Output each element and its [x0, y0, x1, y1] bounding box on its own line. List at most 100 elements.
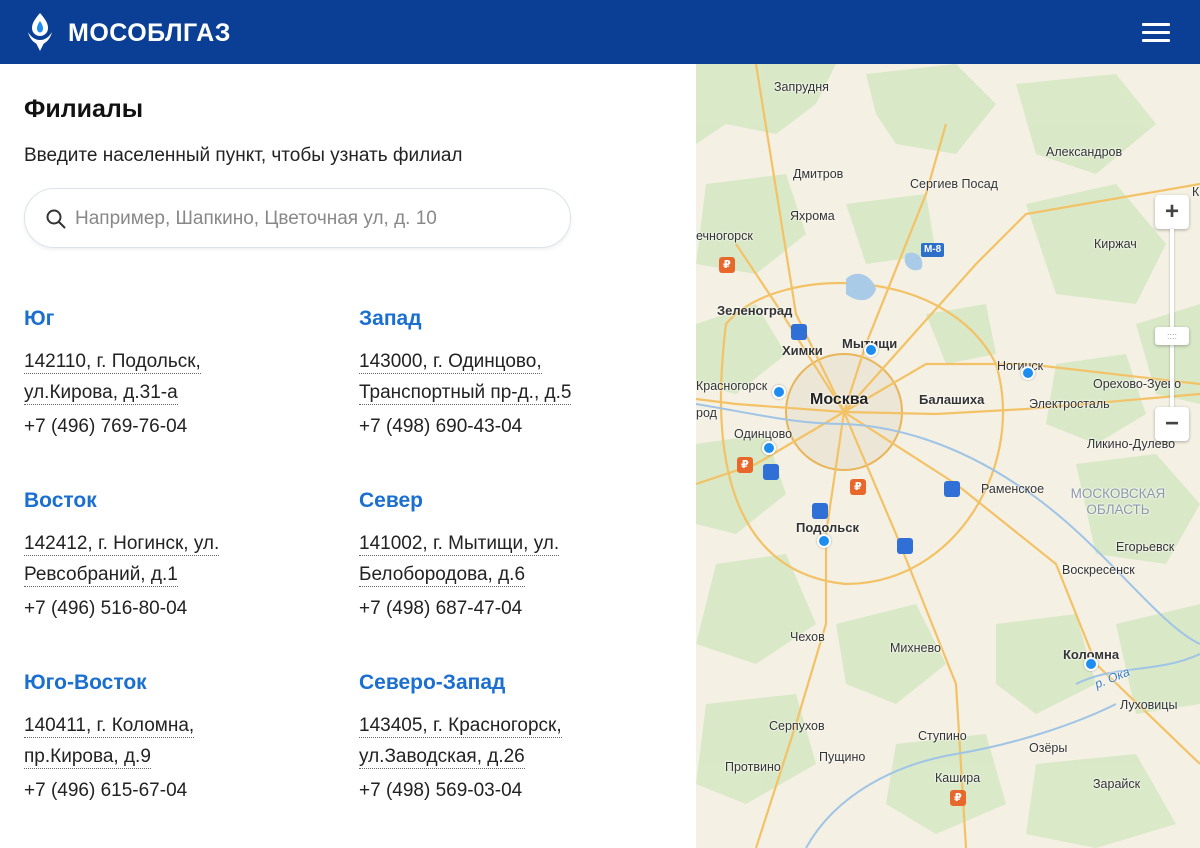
zoom-out-button[interactable]: − [1155, 407, 1189, 441]
branch-phone[interactable]: +7 (496) 615-67-04 [24, 779, 344, 803]
branches-panel: Филиалы Введите населенный пункт, чтобы … [0, 64, 696, 848]
branch-name[interactable]: Юг [24, 306, 344, 332]
map-label: Яхрома [790, 209, 835, 223]
toll-road-icon: ₽ [737, 457, 753, 473]
branch-address-line: 140411, г. Коломна, [24, 715, 195, 738]
toll-road-icon: ₽ [719, 257, 735, 273]
branch-address-line: 141002, г. Мытищи, ул. [359, 533, 560, 556]
map-label: Электросталь [1029, 397, 1110, 411]
airport-icon [812, 503, 828, 519]
map-label: Егорьевск [1116, 540, 1175, 554]
branch-address-line: 143405, г. Красногорск, [359, 715, 562, 738]
map-marker-severo-zapad[interactable] [772, 385, 786, 399]
map-region-label: МОСКОВСКАЯ ОБЛАСТЬ [1068, 486, 1168, 518]
site-header: МОСОБЛГАЗ [0, 0, 1200, 64]
branch-name[interactable]: Юго-Восток [24, 670, 344, 696]
map-label: К [1192, 185, 1200, 199]
branch-address-line: Белобородова, д.6 [359, 564, 526, 587]
branch-phone[interactable]: +7 (498) 690-43-04 [359, 415, 679, 439]
branch-phone[interactable]: +7 (496) 769-76-04 [24, 415, 344, 439]
map-label: Киржач [1094, 237, 1137, 251]
map-label: Чехов [790, 630, 825, 644]
search-input[interactable] [75, 199, 555, 239]
zoom-slider-track[interactable] [1170, 229, 1174, 409]
map-label: Москва [810, 391, 869, 408]
map-label: Луховицы [1120, 698, 1178, 712]
map-label: Протвино [725, 760, 781, 774]
flame-logo-icon[interactable] [26, 12, 54, 52]
branch-phone[interactable]: +7 (496) 516-80-04 [24, 597, 344, 621]
branch-name[interactable]: Северо-Запад [359, 670, 679, 696]
map-label: Александров [1046, 145, 1123, 159]
branch-address-line: Транспортный пр-д., д.5 [359, 382, 572, 405]
branch-address-line: ул.Заводская, д.26 [359, 746, 525, 769]
map-label: Воскресенск [1062, 563, 1135, 577]
map-region-line: ОБЛАСТЬ [1086, 502, 1150, 517]
map-label: Сергиев Посад [910, 177, 998, 191]
toll-road-icon: ₽ [950, 790, 966, 806]
branch-address[interactable]: 142110, г. Подольск, ул.Кирова, д.31-а [24, 346, 344, 408]
map-label: Кашира [935, 771, 981, 785]
map-label: Серпухов [769, 719, 825, 733]
branch-address-line: ул.Кирова, д.31-а [24, 382, 178, 405]
airport-icon [944, 481, 960, 497]
branch-phone[interactable]: +7 (498) 687-47-04 [359, 597, 679, 621]
branch-address[interactable]: 142412, г. Ногинск, ул. Ревсобраний, д.1 [24, 528, 344, 590]
map-label: Зеленоград [717, 303, 793, 318]
search-box[interactable] [24, 188, 571, 248]
map-label: Раменское [981, 482, 1045, 496]
map-marker-yugo-vostok[interactable] [1084, 657, 1098, 671]
map-label: ечногорск [696, 229, 753, 243]
page-subtitle: Введите населенный пункт, чтобы узнать ф… [24, 145, 463, 166]
branch-card-zapad: Запад 143000, г. Одинцово, Транспортный … [359, 306, 679, 439]
map-label: Ступино [918, 729, 967, 743]
branch-name[interactable]: Восток [24, 488, 344, 514]
map-label: Одинцово [734, 427, 793, 441]
map-label: Балашиха [919, 392, 985, 407]
map-label: Михнево [890, 641, 941, 655]
map-label: род [696, 406, 717, 420]
branch-address[interactable]: 140411, г. Коломна, пр.Кирова, д.9 [24, 710, 344, 772]
branch-address[interactable]: 143405, г. Красногорск, ул.Заводская, д.… [359, 710, 679, 772]
map-marker-sever[interactable] [864, 343, 878, 357]
branch-address-line: 142110, г. Подольск, [24, 351, 201, 374]
branches-map[interactable]: Запрудня Александров Дмитров Сергиев Пос… [696, 64, 1200, 848]
toll-road-icon: ₽ [850, 479, 866, 495]
zoom-in-button[interactable]: + [1155, 195, 1189, 229]
airport-icon [897, 538, 913, 554]
map-label: Зарайск [1093, 777, 1141, 791]
airport-icon [791, 324, 807, 340]
branch-address-line: Ревсобраний, д.1 [24, 564, 178, 587]
branch-card-sever: Север 141002, г. Мытищи, ул. Белобородов… [359, 488, 679, 621]
branch-card-yugo-vostok: Юго-Восток 140411, г. Коломна, пр.Кирова… [24, 670, 344, 803]
road-sign-m8: М-8 [921, 243, 945, 257]
map-marker-yug[interactable] [817, 534, 831, 548]
brand-name[interactable]: МОСОБЛГАЗ [68, 18, 231, 48]
map-label: Озёры [1029, 741, 1068, 755]
search-icon [46, 209, 66, 229]
branch-address-line: 142412, г. Ногинск, ул. [24, 533, 220, 556]
map-label: Запрудня [774, 80, 829, 94]
page-title: Филиалы [24, 95, 144, 123]
map-region-line: МОСКОВСКАЯ [1070, 486, 1166, 501]
branch-phone[interactable]: +7 (498) 569-03-04 [359, 779, 679, 803]
map-label: Химки [782, 343, 823, 358]
branch-card-vostok: Восток 142412, г. Ногинск, ул. Ревсобран… [24, 488, 344, 621]
map-marker-vostok[interactable] [1021, 366, 1035, 380]
branch-address[interactable]: 141002, г. Мытищи, ул. Белобородова, д.6 [359, 528, 679, 590]
map-label: Красногорск [696, 379, 768, 393]
map-zoom-control: + :::: − [1155, 195, 1189, 441]
branch-address-line: пр.Кирова, д.9 [24, 746, 151, 769]
branch-name[interactable]: Запад [359, 306, 679, 332]
map-label: Подольск [796, 520, 859, 535]
zoom-slider-handle[interactable]: :::: [1155, 327, 1189, 345]
map-label: Пущино [819, 750, 866, 764]
airport-icon [763, 464, 779, 480]
branch-card-yug: Юг 142110, г. Подольск, ул.Кирова, д.31-… [24, 306, 344, 439]
hamburger-menu-icon[interactable] [1140, 20, 1172, 44]
branch-card-severo-zapad: Северо-Запад 143405, г. Красногорск, ул.… [359, 670, 679, 803]
branch-name[interactable]: Север [359, 488, 679, 514]
branch-address[interactable]: 143000, г. Одинцово, Транспортный пр-д.,… [359, 346, 679, 408]
map-marker-zapad[interactable] [762, 441, 776, 455]
branch-address-line: 143000, г. Одинцово, [359, 351, 542, 374]
